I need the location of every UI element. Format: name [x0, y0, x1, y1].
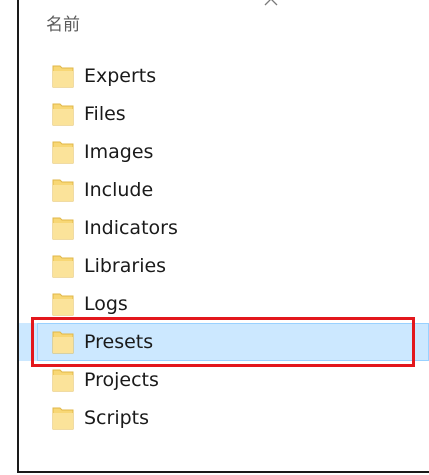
folder-icon	[52, 293, 74, 316]
folder-icon	[52, 141, 74, 164]
folder-icon	[52, 369, 74, 392]
folder-item-indicators[interactable]: Indicators	[19, 209, 429, 247]
chevron-up-icon[interactable]	[264, 0, 278, 6]
folder-list: Experts Files Images Include Indicators …	[19, 57, 429, 437]
folder-label: Libraries	[84, 255, 167, 277]
folder-label: Images	[84, 141, 154, 163]
folder-label: Experts	[84, 65, 157, 87]
file-list-panel: 名前 Experts Files Images Include Indicato…	[17, 0, 429, 473]
column-header-name[interactable]: 名前	[46, 10, 80, 35]
folder-icon	[52, 217, 74, 240]
folder-label: Include	[84, 179, 154, 201]
folder-icon	[52, 407, 74, 430]
folder-item-images[interactable]: Images	[19, 133, 429, 171]
folder-item-experts[interactable]: Experts	[19, 57, 429, 95]
folder-label: Scripts	[84, 407, 150, 429]
folder-icon	[52, 65, 74, 88]
folder-item-files[interactable]: Files	[19, 95, 429, 133]
folder-item-libraries[interactable]: Libraries	[19, 247, 429, 285]
folder-item-scripts[interactable]: Scripts	[19, 399, 429, 437]
folder-icon	[52, 255, 74, 278]
folder-label: Files	[84, 103, 126, 125]
folder-icon	[52, 103, 74, 126]
folder-item-include[interactable]: Include	[19, 171, 429, 209]
highlight-annotation	[31, 317, 415, 367]
folder-label: Indicators	[84, 217, 178, 239]
folder-icon	[52, 179, 74, 202]
